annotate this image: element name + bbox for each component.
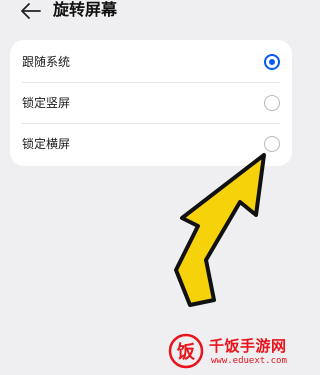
option-label: 跟随系统 (22, 55, 71, 69)
option-follow-system[interactable]: 跟随系统 (10, 42, 292, 82)
radio-unselected-icon[interactable] (264, 95, 280, 111)
watermark-url: www.eduext.com (211, 356, 287, 366)
watermark-logo-icon: 饭 (168, 333, 204, 369)
svg-text:饭: 饭 (176, 341, 195, 363)
option-label: 锁定横屏 (22, 137, 71, 151)
pointer-arrow-icon (174, 153, 266, 307)
radio-selected-icon[interactable] (264, 54, 280, 70)
option-lock-portrait[interactable]: 锁定竖屏 (10, 83, 292, 123)
option-label: 锁定竖屏 (22, 96, 71, 110)
back-arrow-icon[interactable] (20, 2, 42, 20)
page-title: 旋转屏幕 (53, 0, 118, 19)
top-bar: 旋转屏幕 (0, 0, 302, 22)
watermark-name: 千饭手游网 (209, 337, 287, 355)
orientation-options-card: 跟随系统 锁定竖屏 锁定横屏 (10, 40, 292, 166)
